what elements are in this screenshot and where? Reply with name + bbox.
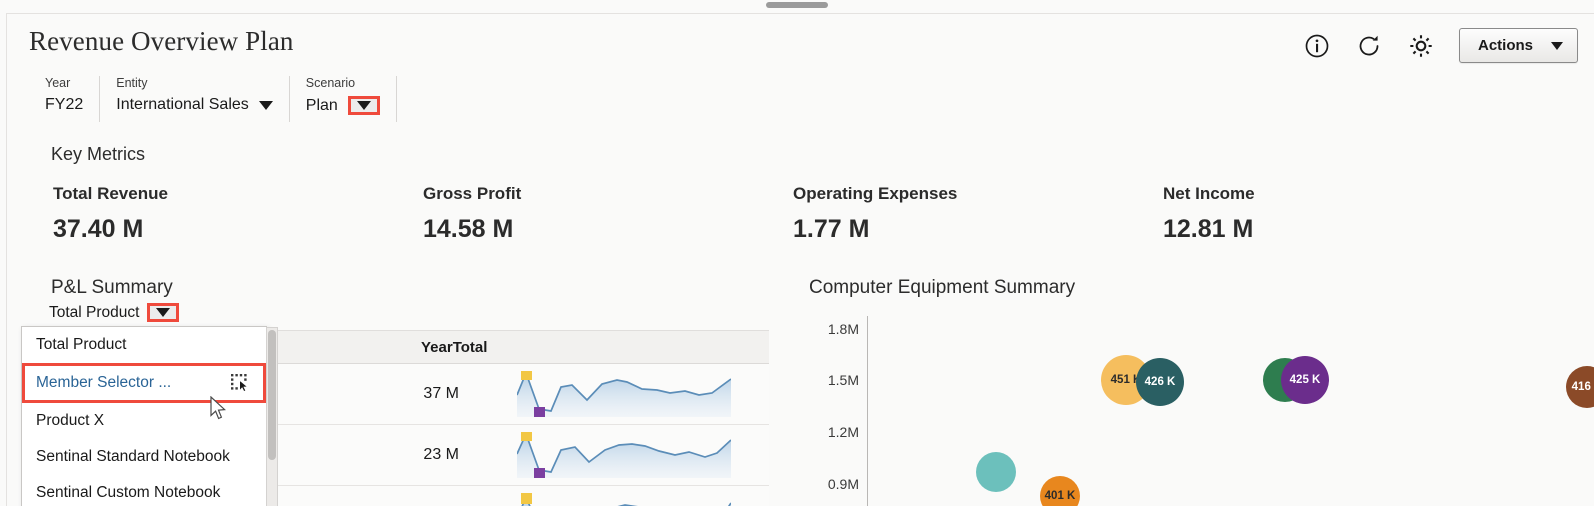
metric-label: Total Revenue <box>53 184 168 203</box>
panel-drag-handle[interactable] <box>766 2 828 8</box>
dropdown-item-label: Member Selector ... <box>36 374 172 391</box>
metric-total-revenue: Total Revenue 37.40 M <box>53 184 423 244</box>
pl-member-selector-value: Total Product <box>49 303 140 321</box>
dropdown-item-label: Sentinal Custom Notebook <box>36 484 221 501</box>
header-actions: Actions <box>1303 28 1578 63</box>
chevron-down-icon <box>1551 41 1563 50</box>
pov-item-entity[interactable]: Entity International Sales <box>100 76 290 122</box>
pov-value-scenario: Plan <box>305 96 338 114</box>
sparkline-chart <box>516 369 732 418</box>
pov-value-entity: International Sales <box>116 96 249 113</box>
chart-bubble[interactable]: 416 K <box>1566 366 1594 409</box>
scenario-dropdown-caret-icon <box>356 101 371 110</box>
dropdown-item-product-x[interactable]: Product X <box>22 403 266 439</box>
chart-bubble[interactable]: 425 K <box>1281 356 1329 405</box>
column-header-yeartotal: YearTotal <box>421 338 488 356</box>
info-icon[interactable] <box>1303 32 1331 60</box>
pl-summary-title: P&L Summary <box>51 277 173 298</box>
chart-plot-area: 451 K426 K425 K416 K401 K <box>868 306 1594 506</box>
dropdown-item-label: Sentinal Standard Notebook <box>36 448 230 465</box>
scenario-dropdown-highlight[interactable] <box>347 96 380 115</box>
chart-y-tick: 1.2M <box>827 424 859 441</box>
metric-label: Operating Expenses <box>793 184 958 203</box>
pov-bar: Year FY22 Entity International Sales Sce… <box>29 76 397 124</box>
dropdown-scrollbar[interactable] <box>266 327 278 506</box>
dropdown-item-label: Total Product <box>36 336 127 353</box>
gear-icon[interactable] <box>1407 32 1435 60</box>
metric-value: 1.77 M <box>793 215 870 243</box>
chart-bubble[interactable]: 426 K <box>1136 358 1184 407</box>
pl-member-dropdown-highlight[interactable] <box>147 303 180 322</box>
metric-value: 14.58 M <box>423 215 514 243</box>
dashboard-panel: Revenue Overview Plan Actions Year FY22 … <box>0 0 1594 506</box>
chart-y-tick: 1.8M <box>827 320 859 337</box>
chart-bubble[interactable]: 401 K <box>1040 476 1080 506</box>
dropdown-item-sentinal-standard-notebook[interactable]: Sentinal Standard Notebook <box>22 439 266 475</box>
dropdown-item-total-product[interactable]: Total Product <box>22 327 266 363</box>
metric-label: Gross Profit <box>423 184 522 203</box>
pl-member-selector[interactable]: Total Product <box>49 303 180 322</box>
dropdown-item-member-selector[interactable]: Member Selector ... <box>22 363 266 403</box>
chart-bubble[interactable] <box>976 452 1016 492</box>
pov-label-entity: Entity <box>116 76 148 90</box>
pov-label-year: Year <box>45 76 71 90</box>
computer-equipment-bubble-chart: 0.9M1.2M1.5M1.8M 451 K426 K425 K416 K401… <box>797 306 1594 506</box>
dropdown-scrollbar-thumb[interactable] <box>268 330 276 460</box>
metric-operating-expenses: Operating Expenses 1.77 M <box>793 184 1163 244</box>
pov-value-year: FY22 <box>45 96 84 113</box>
page-title: Revenue Overview Plan <box>29 26 294 56</box>
row-value: 23 M <box>423 446 459 463</box>
actions-button-label: Actions <box>1477 37 1533 54</box>
metric-value: 12.81 M <box>1163 215 1254 243</box>
sparkline-chart <box>517 493 732 506</box>
refresh-icon[interactable] <box>1355 32 1383 60</box>
pov-item-scenario[interactable]: Scenario Plan <box>290 76 397 122</box>
metric-value: 37.40 M <box>53 215 144 243</box>
key-metrics-title: Key Metrics <box>51 144 146 164</box>
entity-dropdown-caret-icon[interactable] <box>258 100 273 110</box>
actions-button[interactable]: Actions <box>1458 28 1578 63</box>
key-metrics-row: Total Revenue 37.40 M Gross Profit 14.58… <box>53 184 1574 244</box>
pl-member-dropdown-caret-icon <box>156 308 171 317</box>
chart-y-axis-labels: 0.9M 1.2M 1.5M 1.8M <box>797 306 859 506</box>
pov-label-scenario: Scenario <box>305 76 356 90</box>
sparkline-chart <box>516 430 732 479</box>
chart-y-tick: 1.5M <box>827 372 859 389</box>
dropdown-item-label: Product X <box>36 412 105 429</box>
row-value: 37 M <box>423 385 459 402</box>
pov-item-year[interactable]: Year FY22 <box>29 76 101 122</box>
member-selector-icon <box>231 374 251 392</box>
dropdown-item-sentinal-custom-notebook[interactable]: Sentinal Custom Notebook <box>22 475 266 506</box>
panel-body: Revenue Overview Plan Actions Year FY22 … <box>6 13 1594 506</box>
metric-gross-profit: Gross Profit 14.58 M <box>423 184 793 244</box>
chart-y-tick: 0.9M <box>827 476 859 493</box>
metric-label: Net Income <box>1163 184 1255 203</box>
pl-member-dropdown-list[interactable]: Total Product Member Selector ... Produc… <box>21 326 278 506</box>
metric-net-income: Net Income 12.81 M <box>1163 184 1533 244</box>
chart-title: Computer Equipment Summary <box>809 277 1076 298</box>
